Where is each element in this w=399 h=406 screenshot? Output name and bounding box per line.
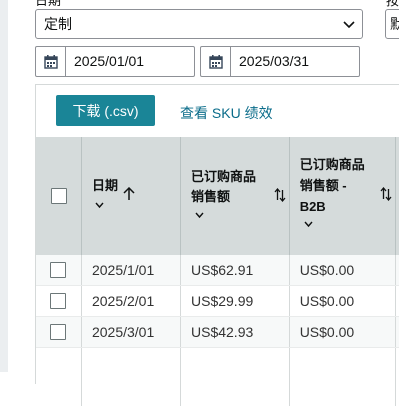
secondary-select-value: 默 [390,16,399,32]
calendar-icon[interactable] [36,47,66,76]
calendar-icon[interactable] [201,47,231,76]
overflow-cell [396,317,399,348]
start-date-value: 2025/01/01 [66,47,144,76]
overflow-cell [396,255,399,286]
empty-cell [289,348,395,406]
column-header-ordered-sales-b2b[interactable]: 已订购商品 销售额 - B2B [289,137,395,255]
sales-value: US$42.93 [181,324,253,340]
column-header-overflow [396,137,399,255]
column-header-date[interactable]: 日期 [81,137,180,255]
sales-cell: US$62.91 [181,255,290,286]
chevron-down-icon[interactable] [95,202,104,209]
chevron-down-icon [343,18,355,30]
sort-toggle-icon[interactable] [380,187,392,201]
column-header-label-line3: B2B [300,197,326,216]
column-header-label: 日期 [92,176,118,195]
report-toolbar: 下载 (.csv) 查看 SKU 绩效 [36,85,399,136]
row-select-cell [36,317,81,348]
date-cell: 2025/1/01 [81,255,180,286]
row-checkbox[interactable] [50,262,66,278]
column-header-label-line1: 已订购商品 [191,167,256,186]
end-date-value: 2025/03/31 [231,47,309,76]
sort-ascending-icon[interactable] [123,187,135,201]
date-cell: 2025/2/01 [81,286,180,317]
sales-value: US$62.91 [181,262,253,278]
table-row: 2025/1/01 US$62.91 US$0.00 [36,255,399,286]
column-header-label-line2: 销售额 - [300,176,347,195]
column-header-ordered-sales[interactable]: 已订购商品 销售额 [181,137,290,255]
chevron-down-icon[interactable] [304,221,313,228]
right-field-label: 按 [386,0,399,7]
date-value: 2025/3/01 [82,324,154,340]
date-value: 2025/1/01 [82,262,154,278]
table-header-row: 日期 已订购商品 销售额 [36,137,399,255]
sort-toggle-icon[interactable] [274,188,286,202]
sales-cell: US$29.99 [181,286,290,317]
date-cell: 2025/3/01 [81,317,180,348]
download-csv-button[interactable]: 下载 (.csv) [56,95,155,126]
view-sku-performance-link[interactable]: 查看 SKU 绩效 [180,103,273,123]
table-row: 2025/2/01 US$29.99 US$0.00 [36,286,399,317]
overflow-cell [396,286,399,317]
date-range-select[interactable]: 定制 [35,9,363,39]
empty-cell [181,348,290,406]
left-sidebar-strip [0,0,8,372]
sales-b2b-cell: US$0.00 [289,317,395,348]
sales-table: 日期 已订购商品 销售额 [36,137,399,406]
row-select-cell [36,255,81,286]
start-date-input[interactable]: 2025/01/01 [35,46,195,77]
row-checkbox[interactable] [50,293,66,309]
sales-cell: US$42.93 [181,317,290,348]
secondary-select[interactable]: 默 [385,9,399,39]
end-date-input[interactable]: 2025/03/31 [200,46,360,77]
sales-b2b-value: US$0.00 [290,262,354,278]
empty-cell [36,348,81,406]
sales-b2b-value: US$0.00 [290,324,354,340]
empty-cell [396,348,399,406]
date-field-label: 日期 [35,0,61,7]
table-row: 2025/3/01 US$42.93 US$0.00 [36,317,399,348]
empty-cell [81,348,180,406]
row-checkbox[interactable] [50,324,66,340]
row-select-cell [36,286,81,317]
sales-b2b-cell: US$0.00 [289,255,395,286]
sales-value: US$29.99 [181,293,253,309]
date-range-select-value: 定制 [44,14,72,34]
select-all-header [36,137,81,255]
table-empty-area [36,348,399,406]
column-header-label-line1: 已订购商品 [300,155,365,174]
sales-b2b-value: US$0.00 [290,293,354,309]
chevron-down-icon[interactable] [195,212,204,219]
date-value: 2025/2/01 [82,293,154,309]
column-header-label-line2: 销售额 [191,187,230,206]
select-all-checkbox[interactable] [51,188,67,204]
sales-b2b-cell: US$0.00 [289,286,395,317]
report-panel: 下载 (.csv) 查看 SKU 绩效 日期 [35,84,399,384]
